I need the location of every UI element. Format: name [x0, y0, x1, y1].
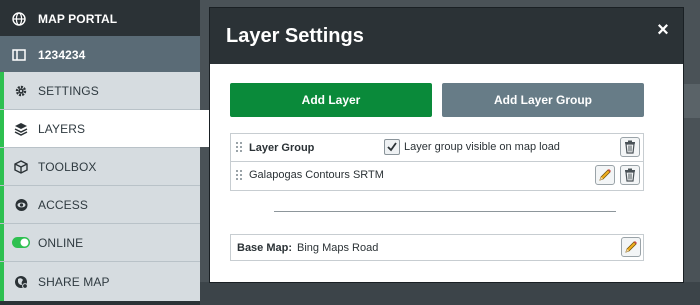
sidebar-item-account[interactable]: 1234234: [0, 36, 200, 73]
visible-on-load-checkbox[interactable]: [384, 139, 400, 155]
section-divider: [274, 211, 616, 212]
sidebar-item-label: ACCESS: [38, 197, 88, 212]
sidebar: MAP PORTAL 1234234 SETTINGS LAYERS TOOLB…: [0, 0, 215, 305]
sidebar-item-label: TOOLBOX: [38, 159, 97, 174]
sidebar-item-settings[interactable]: SETTINGS: [0, 72, 200, 109]
delete-group-button[interactable]: [620, 137, 640, 157]
layer-group-panel: Layer Group Layer group visible on map l…: [230, 133, 644, 191]
drag-handle-icon[interactable]: [236, 142, 244, 154]
modal-header: Layer Settings ×: [210, 8, 683, 64]
edit-layer-button[interactable]: [595, 165, 615, 185]
basemap-panel: Base Map: Bing Maps Road: [230, 234, 644, 261]
sidebar-item-toolbox[interactable]: TOOLBOX: [0, 148, 200, 185]
delete-layer-button[interactable]: [620, 165, 640, 185]
layer-group-name: Layer Group: [249, 142, 315, 154]
basemap-key-label: Base Map:: [237, 242, 293, 254]
sidebar-item-online[interactable]: ONLINE: [0, 224, 200, 261]
basemap-value: Bing Maps Road: [297, 242, 379, 254]
sidebar-item-access[interactable]: ACCESS: [0, 186, 200, 223]
add-layer-group-button[interactable]: Add Layer Group: [442, 83, 644, 117]
gear-icon: [4, 84, 38, 98]
layer-row: Galapogas Contours SRTM: [231, 162, 643, 190]
box-icon: [4, 159, 38, 174]
sidebar-item-label: MAP PORTAL: [38, 11, 118, 26]
trash-icon: [625, 168, 635, 182]
sidebar-item-label: SHARE MAP: [38, 274, 110, 289]
close-icon[interactable]: ×: [653, 20, 673, 40]
layer-group-row: Layer Group Layer group visible on map l…: [231, 134, 643, 162]
layers-icon: [4, 122, 38, 136]
checkmark-icon: [387, 142, 397, 152]
panel-icon: [0, 48, 38, 62]
sidebar-item-label: 1234234: [38, 47, 86, 62]
trash-icon: [625, 140, 635, 154]
map-background-footer: [200, 282, 700, 305]
sidebar-item-label: LAYERS: [38, 121, 86, 136]
sidebar-item-label: ONLINE: [38, 235, 84, 250]
sidebar-item-layers[interactable]: LAYERS: [0, 110, 215, 147]
sidebar-item-label: SETTINGS: [38, 83, 99, 98]
pencil-icon: [599, 169, 611, 181]
layer-name: Galapogas Contours SRTM: [249, 169, 384, 181]
globe-icon: [0, 11, 38, 26]
drag-handle-icon[interactable]: [236, 170, 244, 182]
modal-title: Layer Settings: [226, 25, 364, 47]
eye-icon: [4, 198, 38, 212]
layer-settings-modal: Layer Settings × Add Layer Add Layer Gro…: [209, 7, 684, 283]
edit-basemap-button[interactable]: [621, 237, 641, 257]
toggle-icon[interactable]: [4, 237, 38, 248]
pencil-icon: [625, 241, 637, 253]
visible-on-load-label: Layer group visible on map load: [404, 141, 560, 153]
add-layer-button[interactable]: Add Layer: [230, 83, 432, 117]
sidebar-item-map-portal[interactable]: MAP PORTAL: [0, 0, 200, 37]
share-globe-icon: [4, 275, 38, 289]
sidebar-item-share-map[interactable]: SHARE MAP: [0, 262, 200, 301]
